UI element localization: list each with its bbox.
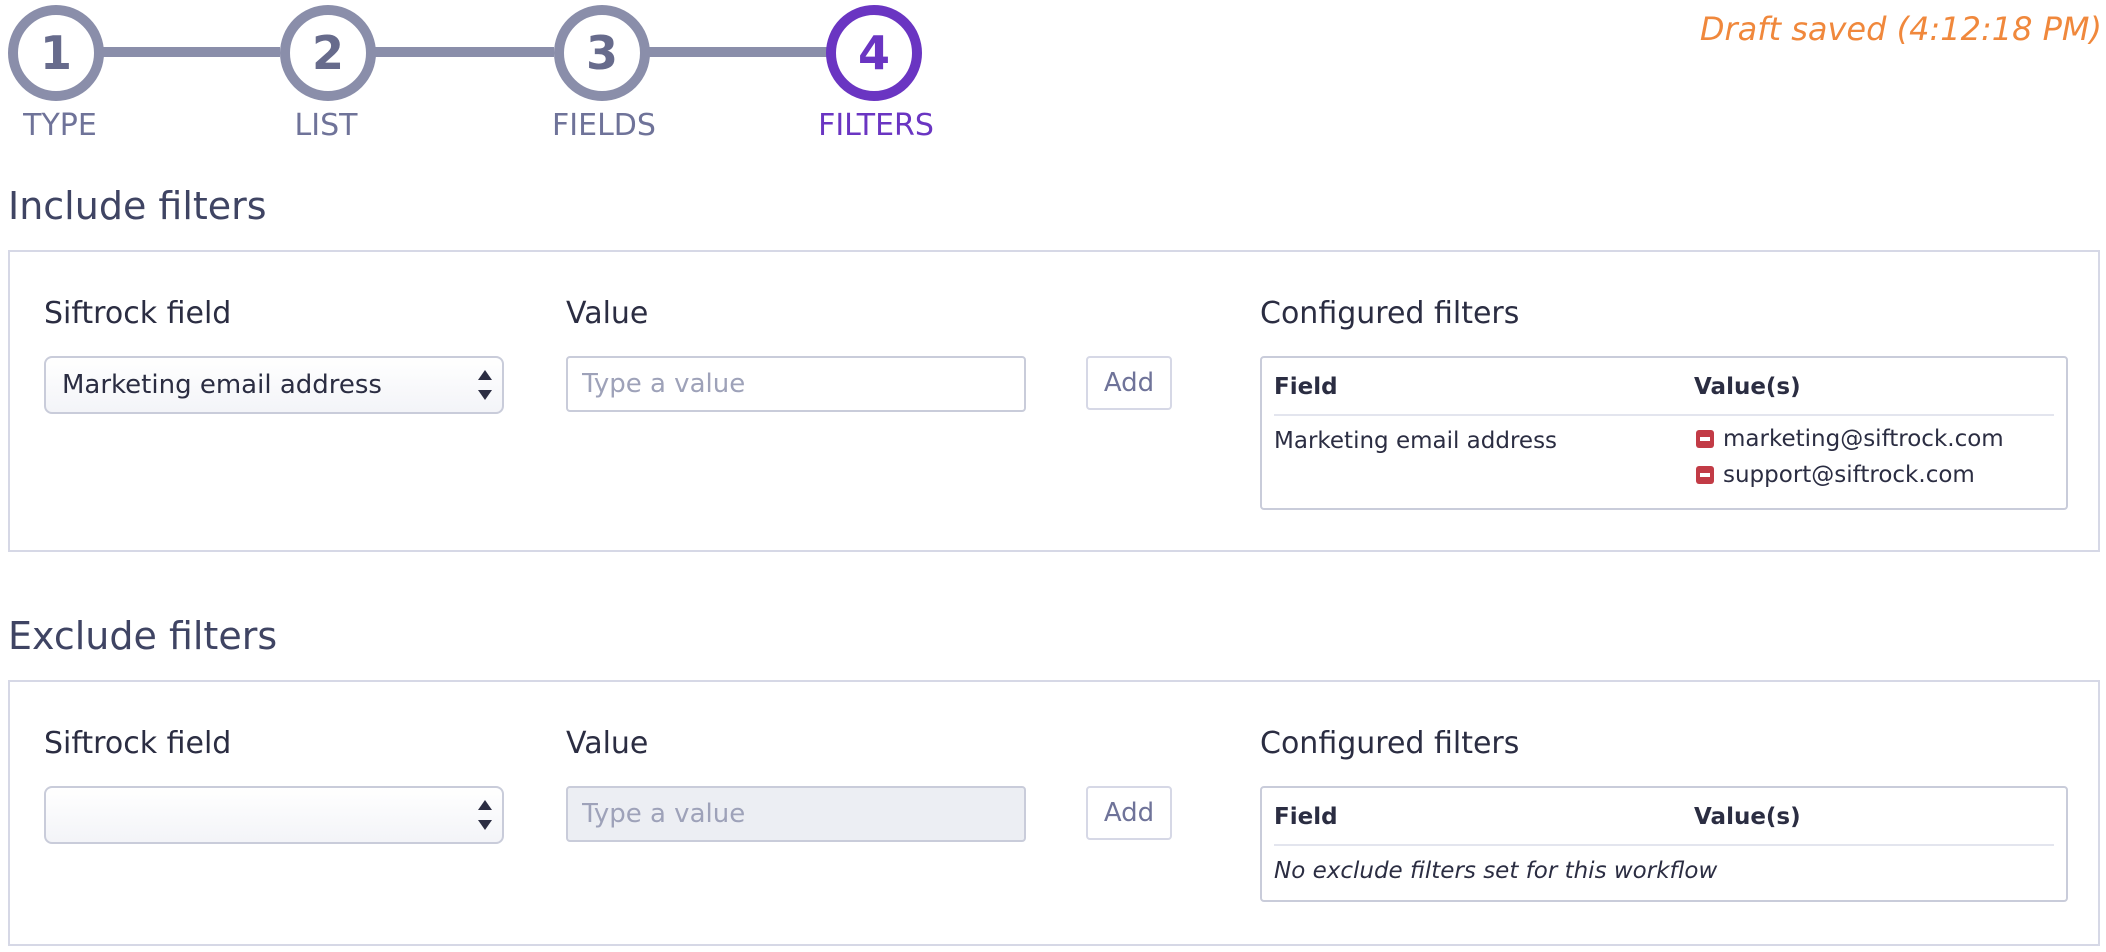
select-arrows-icon	[478, 370, 492, 400]
col-values-header: Value(s)	[1694, 374, 1801, 400]
row-field: Marketing email address	[1274, 428, 1558, 454]
col-field-header: Field	[1274, 374, 1338, 400]
exclude-value-label: Value	[566, 726, 649, 761]
include-configured-label: Configured filters	[1260, 296, 1520, 331]
col-field-header: Field	[1274, 804, 1338, 830]
include-add-button[interactable]: Add	[1086, 356, 1172, 410]
step-connector	[648, 47, 828, 57]
step-connector	[100, 47, 280, 57]
exclude-configured-label: Configured filters	[1260, 726, 1520, 761]
col-values-header: Value(s)	[1694, 804, 1801, 830]
exclude-filters-title: Exclude filters	[8, 614, 278, 658]
value-text: marketing@siftrock.com	[1723, 426, 2004, 452]
table-header: Field Value(s)	[1274, 358, 2054, 416]
remove-icon[interactable]	[1696, 466, 1714, 484]
include-filters-title: Include filters	[8, 184, 267, 228]
exclude-value-input[interactable]	[566, 786, 1026, 842]
value-item: support@siftrock.com	[1696, 462, 1975, 488]
step-1-label: TYPE	[23, 108, 97, 143]
exclude-filters-panel: Siftrock field Value Configured filters …	[8, 680, 2100, 946]
select-arrows-icon	[478, 800, 492, 830]
step-1-circle[interactable]: 1	[8, 5, 104, 101]
include-field-label: Siftrock field	[44, 296, 232, 331]
exclude-configured-table: Field Value(s) No exclude filters set fo…	[1260, 786, 2068, 902]
step-2-circle[interactable]: 2	[280, 5, 376, 101]
step-connector	[374, 47, 554, 57]
progress-stepper: 1 2 3 4 TYPE LIST FIELDS FILTERS	[0, 0, 960, 150]
step-4-circle[interactable]: 4	[826, 5, 922, 101]
include-value-input[interactable]	[566, 356, 1026, 412]
draft-saved-status: Draft saved (4:12:18 PM)	[1699, 10, 2102, 48]
value-text: support@siftrock.com	[1723, 462, 1975, 488]
include-value-label: Value	[566, 296, 649, 331]
value-item: marketing@siftrock.com	[1696, 426, 2004, 452]
exclude-field-select[interactable]	[44, 786, 504, 844]
exclude-add-button[interactable]: Add	[1086, 786, 1172, 840]
step-3-label: FIELDS	[552, 108, 656, 143]
include-configured-table: Field Value(s) Marketing email address m…	[1260, 356, 2068, 510]
step-2-label: LIST	[294, 108, 358, 143]
empty-filters-message: No exclude filters set for this workflow	[1274, 858, 1718, 884]
table-header: Field Value(s)	[1274, 788, 2054, 846]
include-field-selected-value: Marketing email address	[62, 370, 382, 400]
include-field-select[interactable]: Marketing email address	[44, 356, 504, 414]
exclude-field-label: Siftrock field	[44, 726, 232, 761]
include-filters-panel: Siftrock field Value Configured filters …	[8, 250, 2100, 552]
step-3-circle[interactable]: 3	[554, 5, 650, 101]
step-4-label: FILTERS	[818, 108, 934, 143]
remove-icon[interactable]	[1696, 430, 1714, 448]
